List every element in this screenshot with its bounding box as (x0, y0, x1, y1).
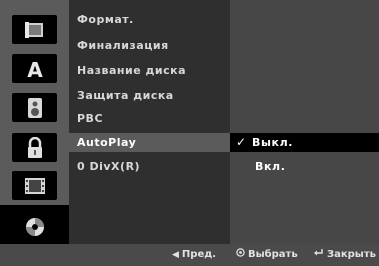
option-off[interactable]: Выкл. (252, 133, 293, 152)
menu-item-disc-name[interactable]: Название диска (77, 61, 227, 81)
prev-hint[interactable]: ◀ Пред. (172, 247, 216, 263)
return-icon (313, 247, 324, 263)
left-arrow-icon: ◀ (172, 250, 179, 260)
category-sidebar: A (0, 0, 69, 266)
lock-icon[interactable] (12, 133, 57, 162)
select-hint[interactable]: Выбрать (236, 247, 298, 263)
option-on[interactable]: Вкл. (255, 157, 286, 176)
select-button-icon (236, 247, 245, 263)
language-icon[interactable]: A (12, 54, 57, 83)
disc-settings-icon[interactable] (12, 15, 57, 44)
film-icon[interactable] (12, 171, 57, 200)
select-label: Выбрать (248, 249, 298, 260)
menu-item-finalize[interactable]: Финализация (77, 36, 227, 56)
menu-item-divx[interactable]: 0 DivX(R) (77, 157, 227, 177)
check-icon: ✓ (236, 135, 247, 149)
options-panel (230, 0, 379, 244)
svg-text:A: A (27, 58, 43, 80)
close-hint[interactable]: Закрыть (313, 247, 376, 263)
prev-label: Пред. (181, 249, 217, 260)
close-label: Закрыть (327, 249, 376, 260)
audio-icon[interactable] (12, 93, 57, 122)
menu-item-pbc[interactable]: PBC (77, 109, 227, 129)
menu-item-disc-protect[interactable]: Защита диска (77, 86, 227, 106)
disc-icon[interactable] (0, 205, 69, 249)
menu-item-autoplay[interactable]: AutoPlay (77, 133, 227, 153)
menu-item-format[interactable]: Формат. (77, 10, 227, 30)
